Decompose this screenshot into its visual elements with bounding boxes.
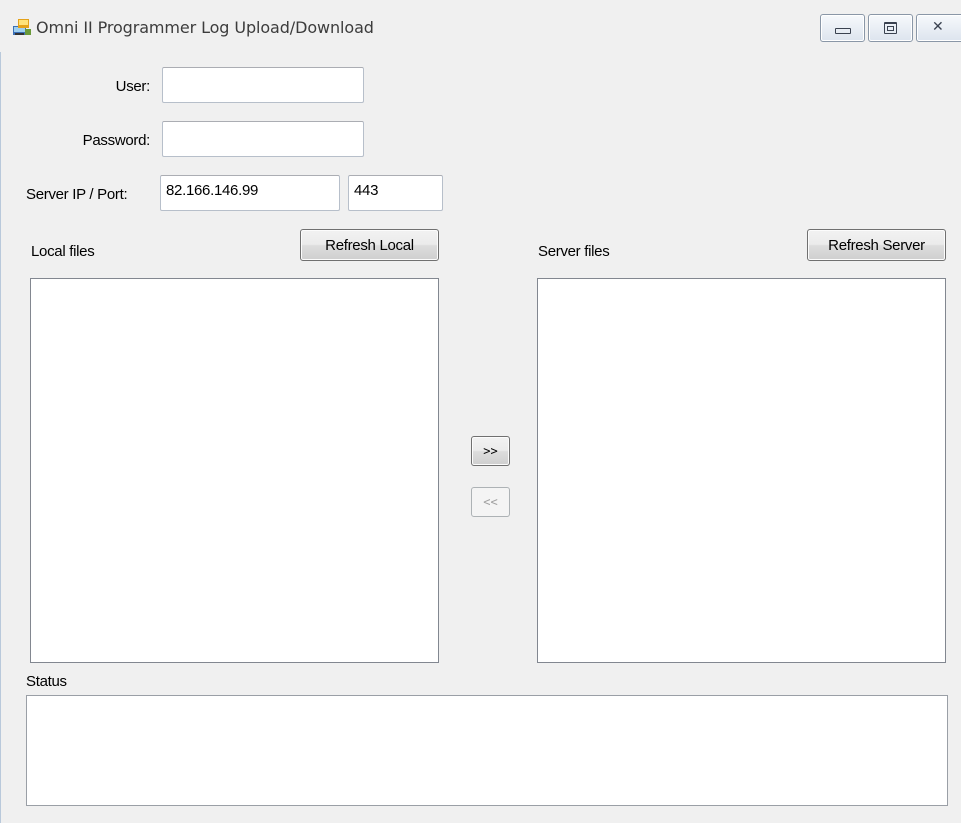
minimize-button[interactable] xyxy=(820,14,865,42)
maximize-button[interactable] xyxy=(868,14,913,42)
app-icon xyxy=(13,19,31,35)
minimize-icon xyxy=(835,28,851,34)
window-title: Omni II Programmer Log Upload/Download xyxy=(36,18,374,37)
user-input[interactable] xyxy=(162,67,364,103)
title-bar[interactable]: Omni II Programmer Log Upload/Download ✕ xyxy=(0,0,961,52)
refresh-local-button[interactable]: Refresh Local xyxy=(300,229,439,261)
server-port-input[interactable]: 443 xyxy=(348,175,443,211)
server-files-list[interactable] xyxy=(537,278,946,663)
upload-button[interactable]: >> xyxy=(471,436,510,466)
download-button[interactable]: << xyxy=(471,487,510,517)
close-icon: ✕ xyxy=(932,19,944,35)
local-files-label: Local files xyxy=(31,243,95,260)
status-label: Status xyxy=(26,673,67,690)
status-box[interactable] xyxy=(26,695,948,806)
server-ip-port-label: Server IP / Port: xyxy=(26,186,128,203)
server-files-label: Server files xyxy=(538,243,610,260)
refresh-server-button[interactable]: Refresh Server xyxy=(807,229,946,261)
main-window: Omni II Programmer Log Upload/Download ✕… xyxy=(0,0,961,823)
user-label: User: xyxy=(115,78,151,95)
password-input[interactable] xyxy=(162,121,364,157)
password-label: Password: xyxy=(82,132,151,149)
server-ip-input[interactable]: 82.166.146.99 xyxy=(160,175,340,211)
maximize-icon xyxy=(884,22,897,34)
local-files-list[interactable] xyxy=(30,278,439,663)
close-button[interactable]: ✕ xyxy=(916,14,961,42)
